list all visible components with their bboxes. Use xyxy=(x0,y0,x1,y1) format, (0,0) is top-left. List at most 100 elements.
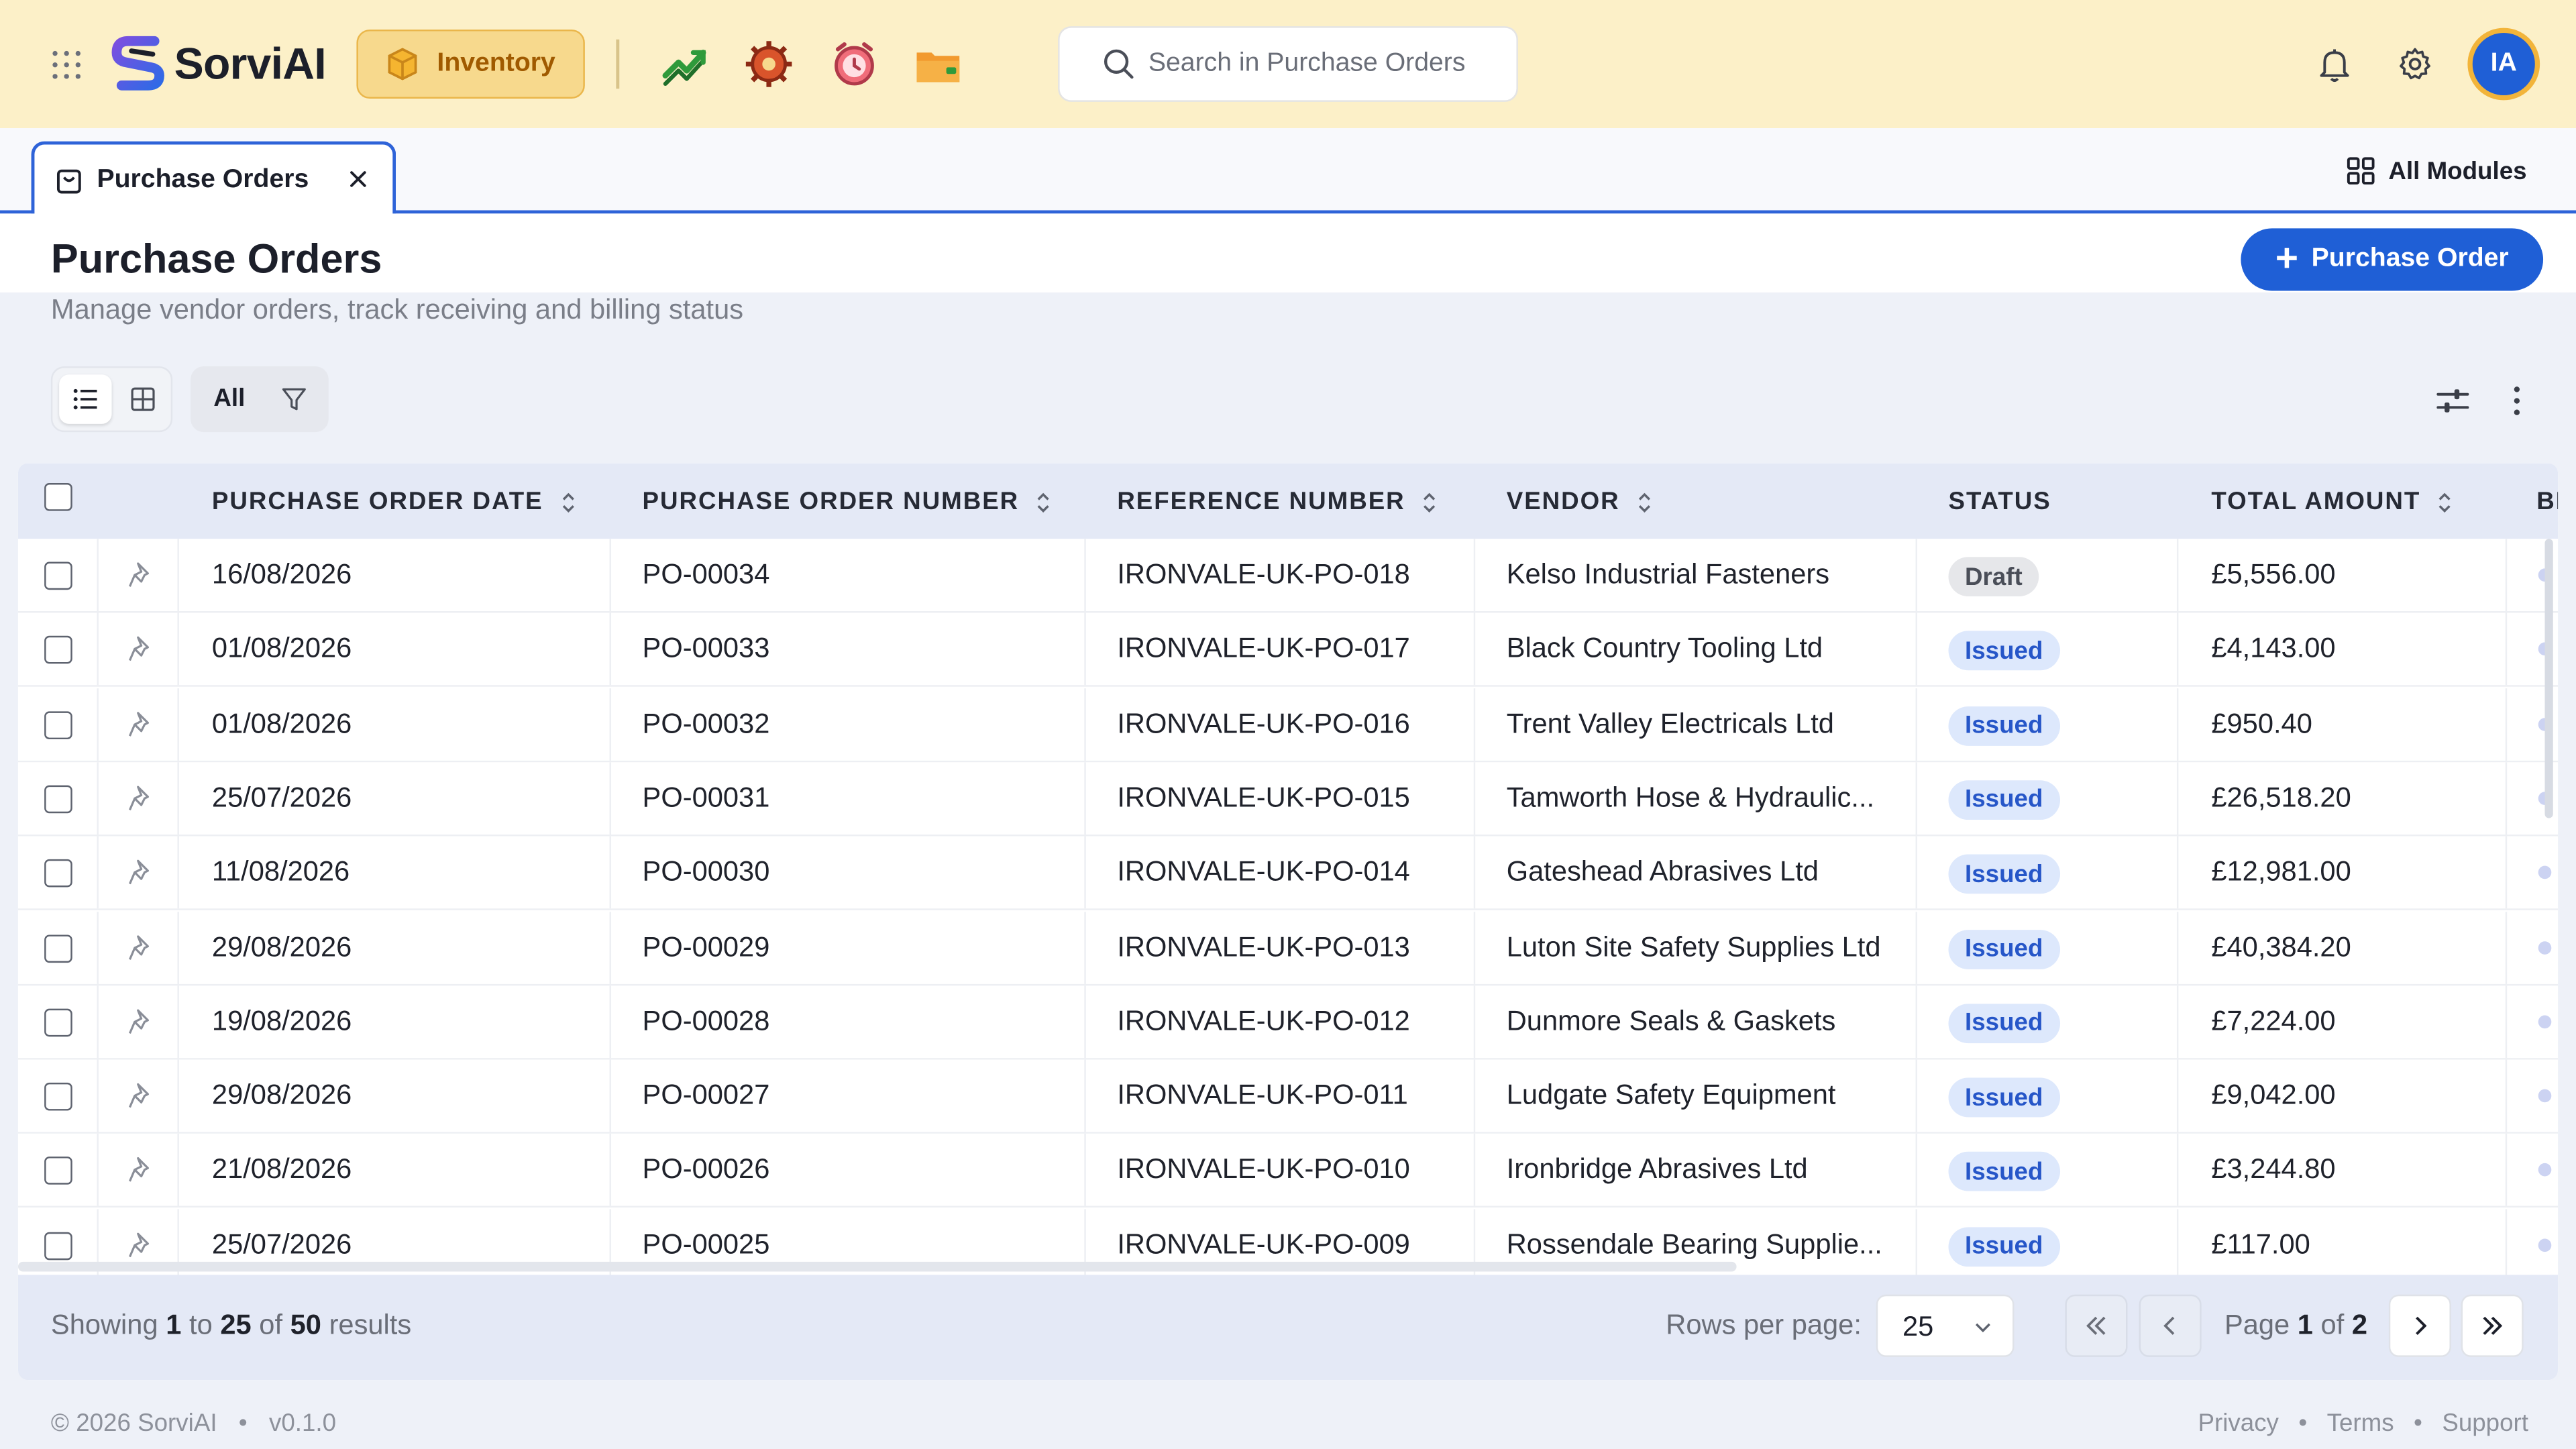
previous-page-button[interactable] xyxy=(2139,1294,2202,1357)
app-name: SorviAI xyxy=(174,38,327,89)
table-row[interactable]: 29/08/2026 PO-00027 IRONVALE-UK-PO-011 Ludg… xyxy=(17,1059,2559,1134)
cell-number[interactable]: PO-00033 xyxy=(643,633,770,666)
row-checkbox[interactable] xyxy=(44,1157,72,1185)
page-word: Page xyxy=(2224,1309,2290,1341)
table-row[interactable]: 16/08/2026 PO-00034 IRONVALE-UK-PO-018 Kels… xyxy=(17,539,2559,613)
cell-number[interactable]: PO-00026 xyxy=(643,1154,770,1187)
vertical-scrollbar[interactable] xyxy=(2544,539,2553,818)
row-checkbox[interactable] xyxy=(44,1231,72,1260)
row-checkbox[interactable] xyxy=(44,636,72,665)
column-divider xyxy=(1084,1134,1086,1207)
column-header-number[interactable]: PURCHASE ORDER NUMBER xyxy=(643,488,1053,516)
column-divider xyxy=(2505,1208,2508,1281)
trending-chart-icon[interactable] xyxy=(660,40,709,89)
close-icon[interactable] xyxy=(347,168,370,191)
list-view-button[interactable] xyxy=(59,374,112,424)
cell-number[interactable]: PO-00025 xyxy=(643,1228,770,1261)
gear-icon[interactable] xyxy=(2396,44,2435,84)
cell-number[interactable]: PO-00032 xyxy=(643,708,770,741)
pin-icon[interactable] xyxy=(127,858,156,888)
all-modules-button[interactable]: All Modules xyxy=(2346,156,2527,186)
table-row[interactable]: 19/08/2026 PO-00028 IRONVALE-UK-PO-012 Dunm… xyxy=(17,985,2559,1060)
support-link[interactable]: Support xyxy=(2442,1409,2528,1438)
next-page-button[interactable] xyxy=(2388,1294,2451,1357)
column-header-date[interactable]: PURCHASE ORDER DATE xyxy=(212,488,576,516)
column-divider xyxy=(1915,1059,1917,1132)
row-checkbox[interactable] xyxy=(44,1083,72,1111)
module-switcher-button[interactable]: Inventory xyxy=(356,30,585,99)
column-divider xyxy=(1084,985,1086,1058)
terms-link[interactable]: Terms xyxy=(2327,1409,2394,1438)
table-row[interactable]: 01/08/2026 PO-00032 IRONVALE-UK-PO-016 Tren… xyxy=(17,688,2559,762)
column-divider xyxy=(2176,910,2179,983)
folder-icon[interactable] xyxy=(914,40,963,89)
select-all-checkbox[interactable] xyxy=(44,483,72,511)
horizontal-scrollbar[interactable] xyxy=(17,1261,1737,1272)
pin-icon[interactable] xyxy=(127,1230,156,1260)
table-row[interactable]: 25/07/2026 PO-00031 IRONVALE-UK-PO-015 Tamw… xyxy=(17,762,2559,837)
row-checkbox[interactable] xyxy=(44,1008,72,1036)
current-page: 1 xyxy=(2297,1309,2313,1341)
row-checkbox[interactable] xyxy=(44,785,72,813)
pin-icon[interactable] xyxy=(127,560,156,590)
cell-date: 29/08/2026 xyxy=(211,1079,352,1111)
table-row[interactable]: 29/08/2026 PO-00029 IRONVALE-UK-PO-013 Luto… xyxy=(17,910,2559,985)
billing-status-dot xyxy=(2538,1089,2552,1103)
column-header-total[interactable]: TOTAL AMOUNT xyxy=(2211,488,2453,516)
tab-purchase-orders[interactable]: Purchase Orders xyxy=(31,141,396,217)
cell-number[interactable]: PO-00029 xyxy=(643,930,770,963)
row-checkbox[interactable] xyxy=(44,859,72,888)
pin-icon[interactable] xyxy=(127,784,156,813)
cell-number[interactable]: PO-00031 xyxy=(643,782,770,814)
pin-icon[interactable] xyxy=(127,932,156,962)
first-page-button[interactable] xyxy=(2065,1294,2128,1357)
rows-per-page-select[interactable]: 25 xyxy=(1876,1294,2015,1357)
pin-icon[interactable] xyxy=(127,635,156,664)
more-options-icon[interactable] xyxy=(2499,383,2535,419)
last-page-button[interactable] xyxy=(2461,1294,2524,1357)
filter-chip[interactable]: All xyxy=(191,366,329,433)
pin-icon[interactable] xyxy=(127,1081,156,1111)
pin-icon[interactable] xyxy=(127,1007,156,1036)
column-header-vendor[interactable]: VENDOR xyxy=(1507,488,1653,516)
row-checkbox[interactable] xyxy=(44,561,72,590)
avatar[interactable]: IA xyxy=(2467,28,2540,101)
new-purchase-order-button[interactable]: + Purchase Order xyxy=(2241,228,2544,291)
column-divider xyxy=(1473,688,1476,760)
copyright-footer: © 2026 SorviAI • v0.1.0 xyxy=(51,1409,336,1438)
column-divider xyxy=(2176,985,2179,1058)
cell-total: £3,244.80 xyxy=(2211,1154,2336,1185)
version-text: v0.1.0 xyxy=(268,1409,337,1438)
table-row[interactable]: 11/08/2026 PO-00030 IRONVALE-UK-PO-014 Gate… xyxy=(17,837,2559,911)
column-header-reference[interactable]: REFERENCE NUMBER xyxy=(1117,488,1438,516)
billing-status-dot xyxy=(2538,1238,2552,1252)
filter-icon[interactable] xyxy=(281,386,307,413)
table-row[interactable]: 21/08/2026 PO-00026 IRONVALE-UK-PO-010 Iron… xyxy=(17,1134,2559,1208)
column-divider xyxy=(177,1059,179,1132)
column-divider xyxy=(177,539,179,612)
privacy-link[interactable]: Privacy xyxy=(2198,1409,2278,1438)
table-row[interactable]: 01/08/2026 PO-00033 IRONVALE-UK-PO-017 Blac… xyxy=(17,613,2559,688)
cell-number[interactable]: PO-00028 xyxy=(643,1005,770,1038)
cell-reference: IRONVALE-UK-PO-016 xyxy=(1117,707,1410,739)
column-settings-icon[interactable] xyxy=(2434,383,2471,419)
row-checkbox[interactable] xyxy=(44,934,72,962)
alarm-clock-icon[interactable] xyxy=(830,40,879,89)
row-checkbox[interactable] xyxy=(44,710,72,739)
grid-view-icon[interactable] xyxy=(129,386,156,413)
pin-icon[interactable] xyxy=(127,709,156,739)
column-header-billing[interactable]: BI xyxy=(2536,488,2558,516)
bell-icon[interactable] xyxy=(2315,44,2355,84)
app-logo[interactable]: SorviAI xyxy=(111,34,327,93)
gear-wrench-icon[interactable] xyxy=(744,40,793,89)
search-input[interactable]: Search in Purchase Orders xyxy=(1058,26,1518,102)
column-divider xyxy=(177,985,179,1058)
cell-number[interactable]: PO-00027 xyxy=(643,1079,770,1112)
cell-number[interactable]: PO-00034 xyxy=(643,559,770,592)
grid-dots-icon[interactable] xyxy=(49,48,85,84)
column-divider xyxy=(2505,985,2508,1058)
cell-number[interactable]: PO-00030 xyxy=(643,856,770,889)
footer-separator: • xyxy=(2298,1409,2308,1438)
column-header-status[interactable]: STATUS xyxy=(1949,488,2051,516)
pin-icon[interactable] xyxy=(127,1156,156,1185)
